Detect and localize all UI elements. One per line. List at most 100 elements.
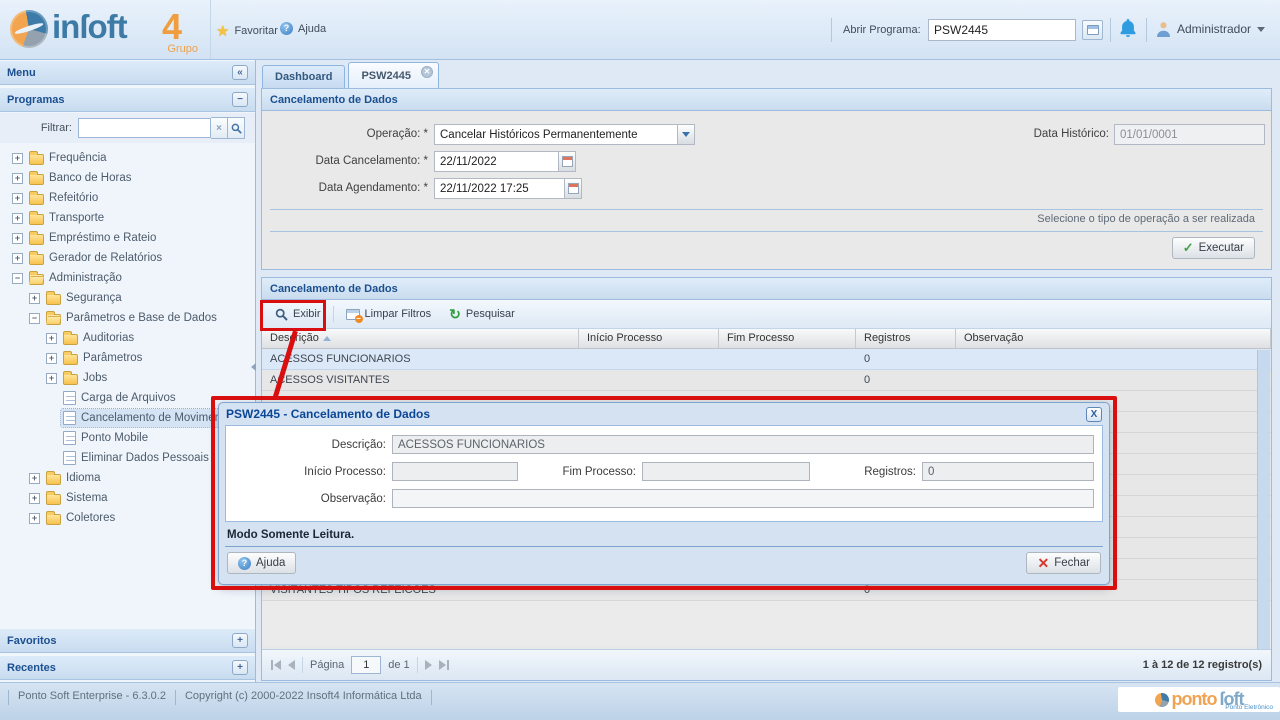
tree-item-body[interactable]: Idioma [44, 470, 106, 487]
operacao-dropdown-trigger[interactable] [677, 124, 695, 145]
collapse-icon[interactable]: − [29, 313, 40, 324]
expand-icon[interactable]: + [12, 233, 23, 244]
expand-icon[interactable]: + [29, 513, 40, 524]
tree-item[interactable]: + Transporte [0, 208, 255, 228]
data-agendamento-input[interactable]: 22/11/2022 17:25 [434, 178, 565, 199]
vertical-scrollbar[interactable] [1257, 350, 1270, 650]
user-menu[interactable]: Administrador [1156, 21, 1265, 37]
data-cancelamento-input[interactable]: 22/11/2022 [434, 151, 559, 172]
tree-item-body[interactable]: Cancelamento de Movimenta [61, 409, 236, 427]
tree-item-body[interactable]: Parâmetros e Base de Dados [44, 310, 222, 327]
tab-psw2445[interactable]: PSW2445 ✕ [348, 62, 439, 88]
collapse-panel-button[interactable]: − [232, 92, 248, 107]
tree-item[interactable]: −Administração [0, 268, 255, 288]
tree-item[interactable]: + Coletores [0, 508, 255, 528]
column-header-inicio[interactable]: Início Processo [579, 329, 719, 348]
favoritar-button[interactable]: ★ Favoritar [216, 22, 278, 40]
tree-item[interactable]: Eliminar Dados Pessoais [0, 448, 255, 468]
expand-recentes-button[interactable]: + [232, 660, 248, 675]
expand-favoritos-button[interactable]: + [232, 633, 248, 648]
page-number-input[interactable]: 1 [351, 656, 381, 674]
tree-item[interactable]: + Auditorias [0, 328, 255, 348]
programas-header[interactable]: Programas − [0, 87, 255, 112]
abrir-programa-input[interactable]: PSW2445 [928, 19, 1076, 41]
favoritos-header[interactable]: Favoritos + [0, 628, 255, 653]
tree-item-body[interactable]: Jobs [61, 370, 112, 387]
recentes-header[interactable]: Recentes + [0, 655, 255, 680]
tree-item[interactable]: + Parâmetros [0, 348, 255, 368]
executar-button[interactable]: ✓ Executar [1172, 237, 1255, 259]
expand-icon[interactable]: + [12, 173, 23, 184]
filtrar-input[interactable] [78, 118, 211, 138]
tree-item-body[interactable]: Auditorias [61, 330, 139, 347]
tree-item-body[interactable]: Carga de Arquivos [61, 389, 181, 407]
column-header-fim[interactable]: Fim Processo [719, 329, 856, 348]
dialog-header[interactable]: PSW2445 - Cancelamento de Dados X [219, 403, 1109, 425]
first-page-button[interactable] [271, 660, 281, 670]
table-row[interactable]: ACESSOS FUNCIONARIOS0 [262, 349, 1271, 370]
tree-item[interactable]: + Banco de Horas [0, 168, 255, 188]
close-tab-icon[interactable]: ✕ [421, 66, 433, 78]
tree-item-body[interactable]: Parâmetros [61, 350, 147, 367]
tree-item[interactable]: + Gerador de Relatórios [0, 248, 255, 268]
tree-item[interactable]: + Empréstimo e Rateio [0, 228, 255, 248]
expand-icon[interactable]: + [46, 373, 57, 384]
tree-item[interactable]: + Segurança [0, 288, 255, 308]
tree-item-body[interactable]: Refeitório [27, 190, 103, 207]
dialog-ajuda-button[interactable]: ? Ajuda [227, 552, 296, 574]
prev-page-button[interactable] [288, 660, 295, 670]
expand-icon[interactable]: + [12, 193, 23, 204]
tab-dashboard[interactable]: Dashboard [262, 65, 345, 88]
tree-item-body[interactable]: Ponto Mobile [61, 429, 153, 447]
tree-item[interactable]: + Frequência [0, 148, 255, 168]
expand-icon[interactable]: + [12, 153, 23, 164]
expand-icon[interactable]: + [29, 473, 40, 484]
expand-icon[interactable]: + [12, 213, 23, 224]
tree-item-body[interactable]: Banco de Horas [27, 170, 136, 187]
tree-item-body[interactable]: Frequência [27, 150, 112, 167]
data-cancelamento-calendar-trigger[interactable] [558, 151, 576, 172]
tree-item-body[interactable]: Gerador de Relatórios [27, 250, 167, 267]
next-page-button[interactable] [425, 660, 432, 670]
expand-icon[interactable]: + [12, 253, 23, 264]
column-header-descricao[interactable]: Descrição [262, 329, 579, 348]
fechar-button[interactable]: ✕ Fechar [1026, 552, 1101, 574]
tree-item[interactable]: + Refeitório [0, 188, 255, 208]
column-header-observacao[interactable]: Observação [956, 329, 1271, 348]
tree-item[interactable]: + Idioma [0, 468, 255, 488]
exibir-button[interactable]: Exibir [269, 305, 327, 324]
tree-item-body[interactable]: Eliminar Dados Pessoais [61, 449, 214, 467]
pesquisar-button[interactable]: ↻ Pesquisar [443, 305, 521, 323]
collapse-icon[interactable]: − [12, 273, 23, 284]
tree-item[interactable]: Cancelamento de Movimenta [0, 408, 255, 428]
tree-item-body[interactable]: Empréstimo e Rateio [27, 230, 161, 247]
tree-item-body[interactable]: Administração [27, 270, 127, 287]
tree-item[interactable]: Ponto Mobile [0, 428, 255, 448]
clear-filter-button[interactable]: × [211, 117, 228, 139]
operacao-select[interactable]: Cancelar Históricos Permanentemente [434, 124, 678, 145]
tree-item-body[interactable]: Sistema [44, 490, 113, 507]
expand-icon[interactable]: + [29, 293, 40, 304]
expand-icon[interactable]: + [29, 493, 40, 504]
open-program-button[interactable] [1082, 20, 1103, 40]
tree-item-body[interactable]: Coletores [44, 510, 120, 527]
tree-item[interactable]: + Jobs [0, 368, 255, 388]
tree-item-body[interactable]: Transporte [27, 210, 109, 227]
search-filter-button[interactable] [228, 117, 245, 139]
last-page-button[interactable] [439, 660, 449, 670]
ajuda-button[interactable]: ? Ajuda [280, 22, 326, 35]
data-agendamento-calendar-trigger[interactable] [564, 178, 582, 199]
tree-item-body[interactable]: Segurança [44, 290, 127, 307]
column-header-registros[interactable]: Registros [856, 329, 956, 348]
collapse-sidebar-button[interactable]: « [232, 65, 248, 80]
expand-icon[interactable]: + [46, 353, 57, 364]
tree-item[interactable]: + Sistema [0, 488, 255, 508]
tree-item[interactable]: Carga de Arquivos [0, 388, 255, 408]
splitter-collapse-icon[interactable] [251, 363, 256, 371]
close-dialog-button[interactable]: X [1086, 407, 1102, 422]
limpar-filtros-button[interactable]: Limpar Filtros [340, 305, 438, 323]
expand-icon[interactable]: + [46, 333, 57, 344]
tree-item[interactable]: −Parâmetros e Base de Dados [0, 308, 255, 328]
notifications-button[interactable] [1120, 19, 1136, 38]
table-row[interactable]: ACESSOS VISITANTES0 [262, 370, 1271, 391]
